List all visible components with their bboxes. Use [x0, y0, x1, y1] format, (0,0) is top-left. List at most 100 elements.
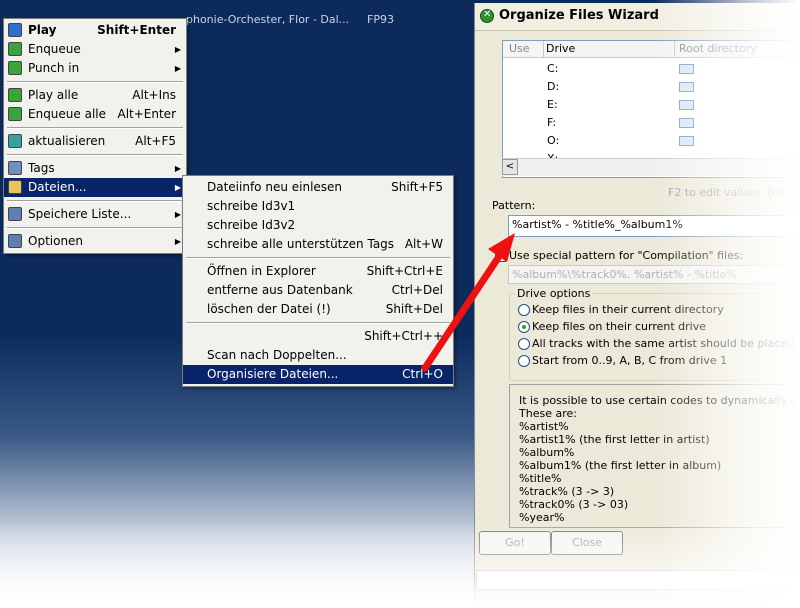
player-title-text: phonie-Orchester, Flor - Dal...: [186, 13, 350, 26]
compilation-label: Use special pattern for "Compilation" fi…: [509, 249, 744, 262]
info-line: %year%: [519, 511, 565, 524]
drive-letter[interactable]: E:: [547, 98, 558, 111]
menu-item-label: Scan nach Doppelten...: [207, 348, 347, 362]
drive-options-label: Drive options: [515, 287, 593, 300]
files-submenu: Dateiinfo neu einlesen Shift+F5 schreibe…: [182, 175, 454, 387]
submenu-item-scan-duplicates[interactable]: Scan nach Doppelten...: [183, 346, 453, 365]
menu-item-label: aktualisieren: [28, 134, 106, 148]
tags-icon: [8, 161, 22, 175]
pattern-label: Pattern:: [492, 199, 536, 212]
scroll-left-icon[interactable]: <: [502, 159, 518, 175]
menu-item-save-list[interactable]: Speichere Liste... ▶: [4, 205, 186, 224]
menu-item-label: Tags: [28, 161, 55, 175]
radio-same-artist[interactable]: [518, 338, 530, 350]
menu-item-shortcut: Ctrl+Del: [391, 283, 443, 297]
folder-icon: [8, 180, 22, 194]
submenu-item-write-all-tags[interactable]: schreibe alle unterstützen Tags Alt+W: [183, 235, 453, 254]
option-label: Keep files in their current directory: [532, 303, 724, 316]
menu-item-shortcut: Shift+Del: [385, 302, 443, 316]
option-label: Keep files on their current drive: [532, 320, 707, 333]
menu-item-play-all[interactable]: Play alle Alt+Ins: [4, 86, 186, 105]
wizard-icon: [480, 9, 494, 23]
submenu-item-write-id3v1[interactable]: schreibe Id3v1: [183, 197, 453, 216]
submenu-item-organize-files[interactable]: Organisiere Dateien... Ctrl+O: [183, 365, 453, 384]
menu-item-label: schreibe Id3v2: [207, 218, 296, 232]
column-header-drive[interactable]: Drive: [544, 41, 675, 57]
menu-item-enqueue[interactable]: Enqueue ▶: [4, 40, 186, 59]
menu-item-shortcut: Ctrl+O: [402, 367, 443, 381]
menu-item-label: Enqueue: [28, 42, 81, 56]
menu-item-shortcut: Alt+Ins: [132, 88, 176, 102]
menu-item-punch-in[interactable]: Punch in ▶: [4, 59, 186, 78]
codes-info-box: It is possible to use certain codes to d…: [509, 384, 800, 528]
submenu-item-delete-file[interactable]: löschen der Datei (!) Shift+Del: [183, 300, 453, 319]
menu-item-refresh[interactable]: aktualisieren Alt+F5: [4, 132, 186, 151]
enqueue-icon: [8, 42, 22, 56]
menu-item-enqueue-all[interactable]: Enqueue alle Alt+Enter: [4, 105, 186, 124]
drive-letter[interactable]: O:: [547, 134, 559, 147]
submenu-item-unlabeled[interactable]: Shift+Ctrl++: [183, 327, 453, 346]
save-list-icon: [8, 207, 22, 221]
folder-icon[interactable]: [679, 82, 694, 92]
radio-keep-directory[interactable]: [518, 304, 530, 316]
info-line: %album%: [519, 446, 575, 459]
column-header-label: Use: [509, 42, 530, 55]
folder-icon[interactable]: [679, 136, 694, 146]
pattern-input[interactable]: %artist% - %title%_%album1%: [508, 215, 800, 237]
column-header-label: Drive: [546, 42, 576, 55]
close-button[interactable]: Close: [551, 531, 623, 555]
compilation-pattern-input[interactable]: %album%\%track0%. %artist% - %title%: [508, 265, 800, 284]
info-line: It is possible to use certain codes to d…: [519, 394, 800, 407]
compilation-checkbox[interactable]: [495, 251, 506, 262]
menu-separator: [7, 200, 183, 202]
radio-start-from[interactable]: [518, 355, 530, 367]
info-line: %artist%: [519, 420, 569, 433]
radio-keep-drive[interactable]: [518, 321, 530, 333]
edit-hint: F2 to edit values. Drag and: [668, 186, 800, 199]
menu-item-tags[interactable]: Tags ▶: [4, 159, 186, 178]
submenu-item-remove-from-db[interactable]: entferne aus Datenbank Ctrl+Del: [183, 281, 453, 300]
menu-item-shortcut: Shift+Enter: [97, 23, 176, 37]
folder-icon[interactable]: [679, 100, 694, 110]
menu-separator: [7, 227, 183, 229]
horizontal-scrollbar[interactable]: <: [502, 158, 800, 176]
drive-letter[interactable]: C:: [547, 62, 558, 75]
menu-item-label: schreibe Id3v1: [207, 199, 296, 213]
column-header-root-directory[interactable]: Root directory: [675, 41, 800, 57]
menu-item-label: Öffnen in Explorer: [207, 264, 316, 278]
menu-item-label: entferne aus Datenbank: [207, 283, 353, 297]
menu-item-label: Punch in: [28, 61, 80, 75]
menu-item-options[interactable]: Optionen ▶: [4, 232, 186, 251]
info-line: %track% (3 -> 3): [519, 485, 615, 498]
status-bar: [476, 570, 800, 590]
info-line: These are:: [519, 407, 577, 420]
go-button[interactable]: Go!: [479, 531, 551, 555]
menu-item-label: schreibe alle unterstützen Tags: [207, 237, 395, 251]
info-line: %title%: [519, 472, 562, 485]
option-label: Start from 0..9, A, B, C from drive 1: [532, 354, 728, 367]
menu-item-shortcut: Shift+F5: [391, 180, 443, 194]
submenu-arrow-icon: ▶: [174, 210, 181, 219]
submenu-item-open-in-explorer[interactable]: Öffnen in Explorer Shift+Ctrl+E: [183, 262, 453, 281]
wizard-title-bar: Organize Files Wizard: [475, 3, 800, 31]
column-header-use[interactable]: Use: [503, 41, 544, 57]
folder-icon[interactable]: [679, 118, 694, 128]
info-line: %track0% (3 -> 03): [519, 498, 629, 511]
menu-item-label: Organisiere Dateien...: [207, 367, 339, 381]
info-line: %artist1% (the first letter in artist): [519, 433, 710, 446]
wizard-title: Organize Files Wizard: [499, 8, 659, 23]
menu-item-shortcut: Alt+Enter: [117, 107, 176, 121]
submenu-item-write-id3v2[interactable]: schreibe Id3v2: [183, 216, 453, 235]
punch-in-icon: [8, 61, 22, 75]
drive-letter[interactable]: F:: [547, 116, 556, 129]
submenu-item-reread-info[interactable]: Dateiinfo neu einlesen Shift+F5: [183, 178, 453, 197]
drive-letter[interactable]: D:: [547, 80, 559, 93]
menu-separator: [186, 257, 450, 259]
menu-item-play[interactable]: Play Shift+Enter: [4, 21, 186, 40]
submenu-arrow-icon: ▶: [174, 237, 181, 246]
folder-icon[interactable]: [679, 64, 694, 74]
menu-item-shortcut: Alt+F5: [135, 134, 176, 148]
menu-item-label: Dateiinfo neu einlesen: [207, 180, 343, 194]
menu-item-files[interactable]: Dateien... ▶: [4, 178, 186, 197]
menu-item-label: Enqueue alle: [28, 107, 106, 121]
